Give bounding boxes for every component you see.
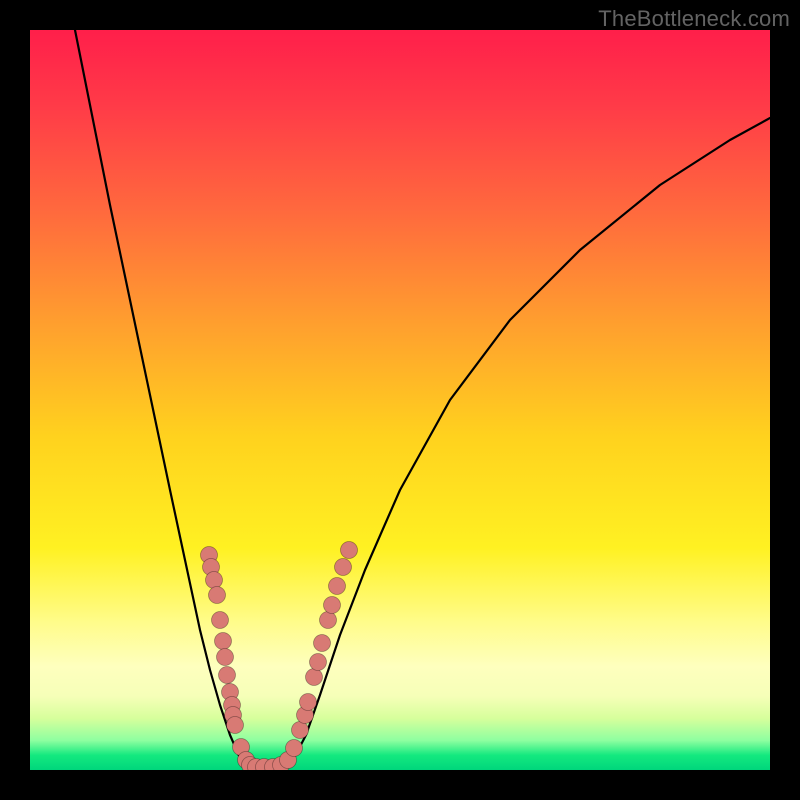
marker-dot [306,669,323,686]
marker-dot [212,612,229,629]
v-curve-path [75,30,770,770]
marker-dot [310,654,327,671]
marker-dot [335,559,352,576]
watermark-text: TheBottleneck.com [598,6,790,32]
marker-dot [217,649,234,666]
marker-dot [292,722,309,739]
bottleneck-curve [30,30,770,770]
marker-dot [219,667,236,684]
marker-dot [300,694,317,711]
marker-dot [324,597,341,614]
marker-dot [329,578,346,595]
marker-dot [209,587,226,604]
marker-dot [286,740,303,757]
marker-dot [320,612,337,629]
marker-dot [227,717,244,734]
marker-dot [341,542,358,559]
marker-dot [206,572,223,589]
marker-dot [215,633,232,650]
marker-dot [314,635,331,652]
